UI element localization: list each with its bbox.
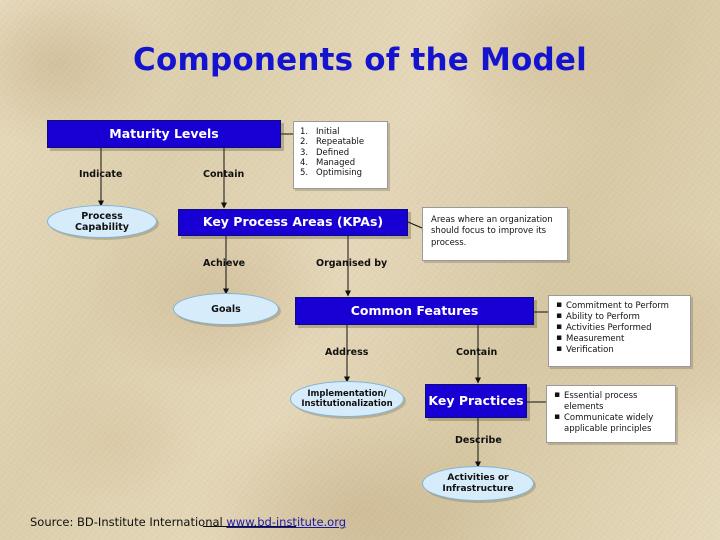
common-features-list: Commitment to Perform Ability to Perform… — [556, 300, 669, 356]
node-activities-label: Activities or Infrastructure — [442, 472, 514, 494]
callout-kpa-note-text: Areas where an organization should focus… — [431, 215, 553, 248]
connector-label-contain-top: Contain — [203, 169, 245, 180]
callout-key-practices-list: Essential process elements Communicate w… — [546, 385, 676, 443]
list-item: Verification — [556, 344, 669, 356]
source-prefix: Source: BD-Institute International — [30, 515, 223, 529]
list-item: 1. Initial — [300, 127, 340, 137]
list-item: 5. Optimising — [300, 168, 362, 179]
connector-label-describe: Describe — [455, 435, 502, 446]
node-activities-infrastructure[interactable]: Activities or Infrastructure — [422, 466, 534, 501]
connector-lines — [98, 133, 548, 468]
node-implementation-label: Implementation/ Institutionalization — [301, 388, 393, 409]
node-key-process-areas-label: Key Process Areas (KPAs) — [202, 214, 384, 230]
callout-common-features-list: Commitment to Perform Ability to Perform… — [548, 295, 691, 367]
node-process-capability-label: Process Capability — [75, 210, 129, 233]
node-implementation-institutionalization[interactable]: Implementation/ Institutionalization — [290, 381, 404, 417]
node-common-features-label: Common Features — [350, 302, 479, 318]
list-item: Commitment to Perform — [556, 300, 669, 312]
connector-label-indicate: Indicate — [79, 169, 123, 180]
maturity-levels-list: 1. Initial 2. Repeatable 3. Defined 4. Manag… — [300, 127, 364, 179]
source-line: Source: BD-Institute International www.b… — [30, 515, 346, 529]
node-key-practices-label: Key Practices — [428, 392, 524, 408]
list-item: Ability to Perform — [556, 311, 669, 323]
connector-label-contain-bottom: Contain — [456, 347, 498, 358]
node-common-features[interactable]: Common Features — [295, 297, 534, 325]
connector-label-organised-by: Organised by — [316, 258, 388, 269]
key-practices-list: Essential process elements Communicate w… — [554, 390, 668, 435]
list-item: Essential process elements — [554, 390, 668, 413]
node-maturity-levels-label: Maturity Levels — [109, 125, 219, 141]
node-key-practices[interactable]: Key Practices — [425, 384, 527, 418]
source-link-strikethrough — [203, 526, 296, 527]
list-item: Communicate widely applicable principles — [554, 412, 668, 435]
node-process-capability[interactable]: Process Capability — [47, 205, 157, 238]
node-goals[interactable]: Goals — [173, 293, 279, 325]
list-item: 2. Repeatable — [300, 137, 365, 148]
node-goals-label: Goals — [211, 303, 241, 315]
list-item: 3. Defined — [300, 147, 350, 158]
connector-label-address: Address — [325, 347, 369, 358]
page-title: Components of the Model — [133, 42, 587, 78]
list-item: Activities Performed — [556, 322, 669, 334]
node-maturity-levels[interactable]: Maturity Levels — [47, 120, 281, 148]
node-key-process-areas[interactable]: Key Process Areas (KPAs) — [178, 209, 408, 236]
callout-kpa-note: Areas where an organization should focus… — [422, 207, 568, 261]
callout-maturity-levels-list: 1. Initial 2. Repeatable 3. Defined 4. Manag… — [293, 121, 388, 189]
connector-label-achieve: Achieve — [203, 258, 246, 269]
list-item: Measurement — [556, 333, 669, 345]
list-item: 4. Managed — [300, 158, 356, 169]
